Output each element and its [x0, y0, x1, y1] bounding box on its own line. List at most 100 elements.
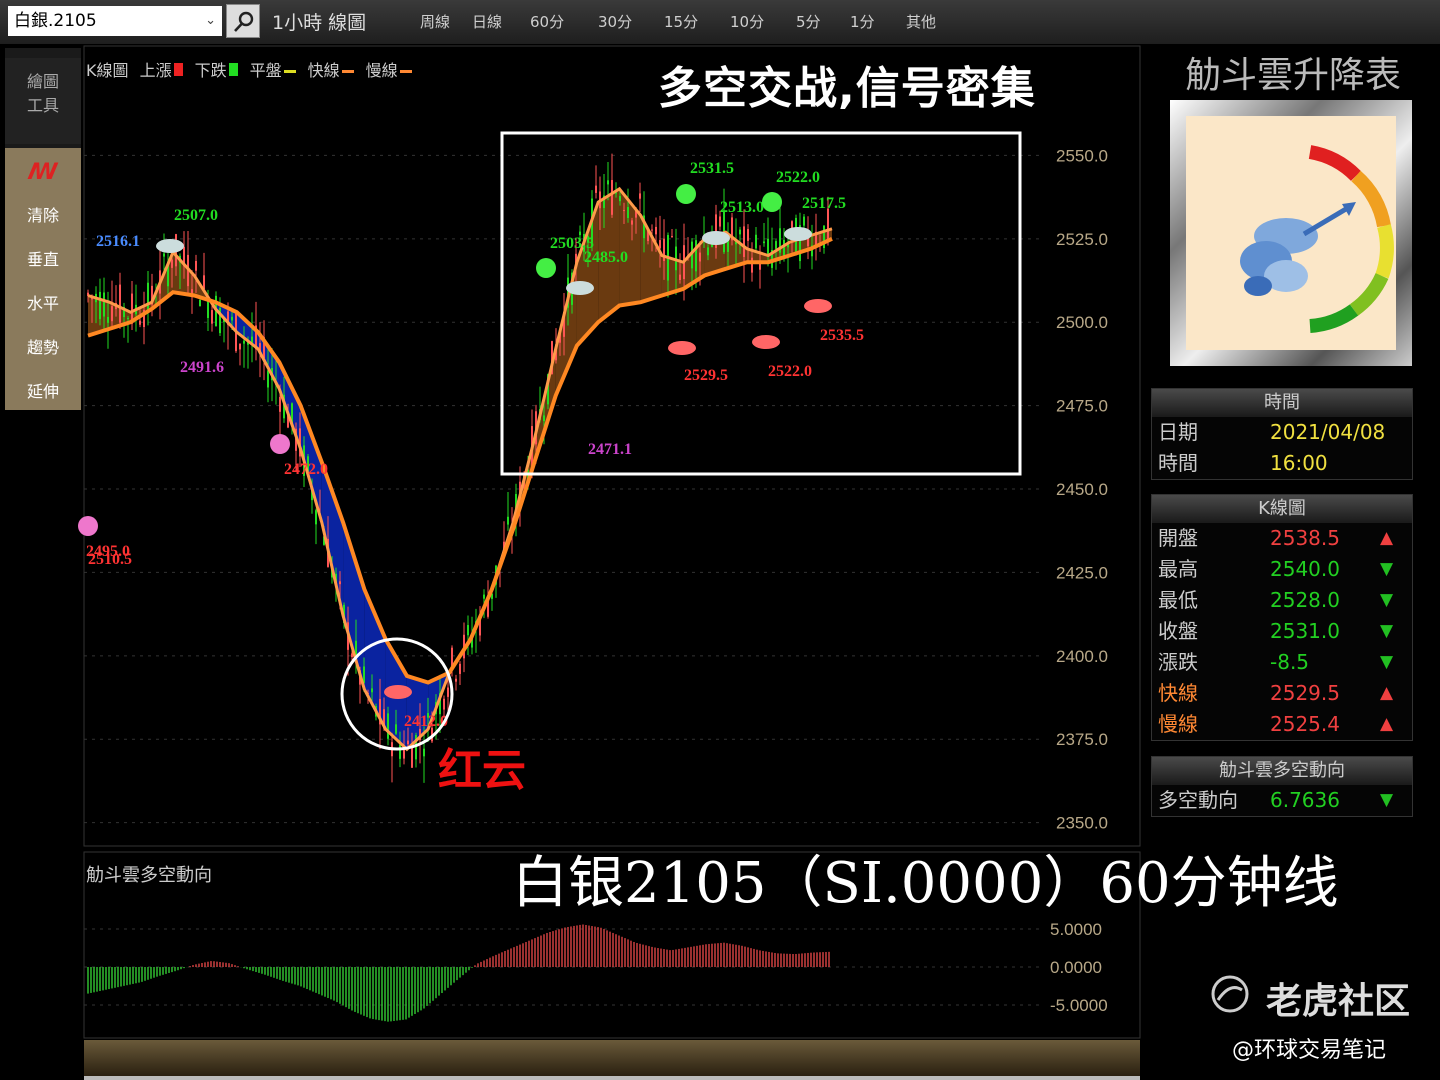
candle-body — [775, 241, 777, 249]
time-panel-title: 時間 — [1152, 389, 1412, 417]
candle-body — [651, 229, 653, 231]
signal-ball-pink — [270, 434, 290, 454]
candle-body — [447, 687, 449, 697]
label-green: 2513.0 — [720, 199, 764, 216]
panel-row-key: 收盤 — [1158, 619, 1198, 643]
arrow-down-icon: ▼ — [1380, 621, 1394, 641]
candle-body — [163, 253, 165, 257]
legend-label: 快線 — [307, 61, 340, 80]
arrow-down-icon: ▼ — [1380, 652, 1394, 672]
candle-body — [371, 688, 373, 693]
panel-row: 漲跌 -8.5 ▼ — [1152, 647, 1412, 678]
candle-body — [243, 340, 245, 344]
y-tick-label: 2450.0 — [1056, 480, 1108, 499]
candle-body — [239, 343, 241, 350]
label-green: 2531.5 — [690, 160, 734, 177]
legend-label: 平盤 — [249, 61, 282, 80]
panel-row-key: 開盤 — [1158, 526, 1198, 550]
cloud-icon-white — [156, 239, 184, 253]
candle-body — [171, 259, 173, 268]
candle-body — [607, 180, 609, 185]
cloud-icon-white — [784, 227, 812, 241]
cloud-icon-white — [702, 231, 730, 245]
candle-body — [639, 193, 641, 199]
y-tick-label: 2550.0 — [1056, 146, 1108, 165]
panel-row: 收盤 2531.0 ▼ — [1152, 616, 1412, 647]
date-axis-bar — [84, 1040, 1140, 1076]
candle-body — [755, 234, 757, 249]
y-tick-label: 2425.0 — [1056, 563, 1108, 582]
candle-body — [467, 625, 469, 636]
candle-body — [267, 370, 269, 388]
legend-label: 慢線 — [365, 61, 398, 80]
legend-swatch — [173, 63, 183, 76]
panel-row-value: 16:00 — [1270, 451, 1328, 475]
candle-body — [315, 510, 317, 525]
candle-body — [543, 415, 545, 422]
indicator-y-tick: -5.0000 — [1050, 996, 1108, 1015]
chart-watermark: 白银2105（SI.0000）60分钟线 — [512, 851, 1339, 916]
candle-body — [783, 239, 785, 258]
label-purple: 2491.6 — [180, 359, 224, 376]
cloud-icon-red — [668, 341, 696, 355]
candle-body — [483, 594, 485, 599]
candle-body — [627, 207, 629, 219]
arrow-up-icon: ▲ — [1380, 683, 1394, 703]
panel-row-key: 最低 — [1158, 588, 1198, 612]
candle-body — [423, 748, 425, 757]
candle-body — [739, 229, 741, 235]
annotation-red-cloud: 红云 — [438, 745, 526, 796]
panel-row-key: 最高 — [1158, 557, 1198, 581]
label-green: 2517.5 — [802, 195, 846, 212]
arrow-down-icon: ▼ — [1380, 790, 1394, 810]
candle-body — [127, 317, 129, 319]
cloud-icon-red — [384, 685, 412, 699]
label-purple: 2471.1 — [588, 441, 632, 458]
candle-body — [743, 226, 745, 257]
cloud-gauge-icon — [1240, 145, 1394, 333]
candle-body — [99, 291, 101, 320]
candle-body — [767, 238, 769, 256]
candle-body — [399, 744, 401, 759]
panel-row-value: 2528.0 — [1270, 588, 1340, 612]
legend-item: 快線 — [308, 61, 360, 80]
y-tick-label: 2375.0 — [1056, 730, 1108, 749]
candle-body — [107, 316, 109, 323]
candle-body — [507, 516, 509, 525]
legend-item: 上漲 — [140, 61, 189, 80]
candle-body — [443, 698, 445, 710]
legend-label: 上漲 — [139, 61, 172, 80]
legend-item: 平盤 — [250, 61, 302, 80]
cloud-icon-red — [804, 299, 832, 313]
arrow-up-icon: ▲ — [1380, 528, 1394, 548]
candle-body — [387, 713, 389, 739]
horizontal-scrollbar[interactable] — [84, 1076, 1140, 1080]
legend-swatch — [341, 70, 354, 73]
candle-body — [719, 216, 721, 227]
y-tick-label: 2500.0 — [1056, 313, 1108, 332]
legend-item: 慢線 — [366, 61, 418, 80]
panel-row: 慢線 2525.4 ▲ — [1152, 709, 1412, 740]
indicator-title: 觔斗雲多空動向 — [86, 865, 212, 886]
label-green: 2522.0 — [776, 169, 820, 186]
signal-ball-green — [676, 184, 696, 204]
candle-body — [763, 241, 765, 244]
gauge-title: 觔斗雲升降表 — [1184, 55, 1401, 96]
panel-row-value: 2021/04/08 — [1270, 420, 1386, 444]
legend-swatch — [283, 70, 296, 73]
brand-handle: @环球交易笔记 — [1232, 1038, 1387, 1063]
panel-row-value: 2525.4 — [1270, 712, 1340, 736]
candle-body — [827, 208, 829, 241]
direction-panel: 觔斗雲多空動向 多空動向 6.7636 ▼ — [1151, 756, 1413, 817]
panel-row-value: 2540.0 — [1270, 557, 1340, 581]
panel-row-value: -8.5 — [1270, 650, 1310, 674]
candle-body — [707, 247, 709, 256]
panel-row-key: 快線 — [1158, 681, 1198, 705]
label-red: 2522.0 — [768, 363, 812, 380]
panel-row-value: 2531.0 — [1270, 619, 1340, 643]
candle-body — [699, 252, 701, 262]
signal-ball-green — [536, 258, 556, 278]
candle-body — [407, 740, 409, 745]
candle-body — [395, 724, 397, 734]
legend-swatch — [228, 63, 238, 76]
